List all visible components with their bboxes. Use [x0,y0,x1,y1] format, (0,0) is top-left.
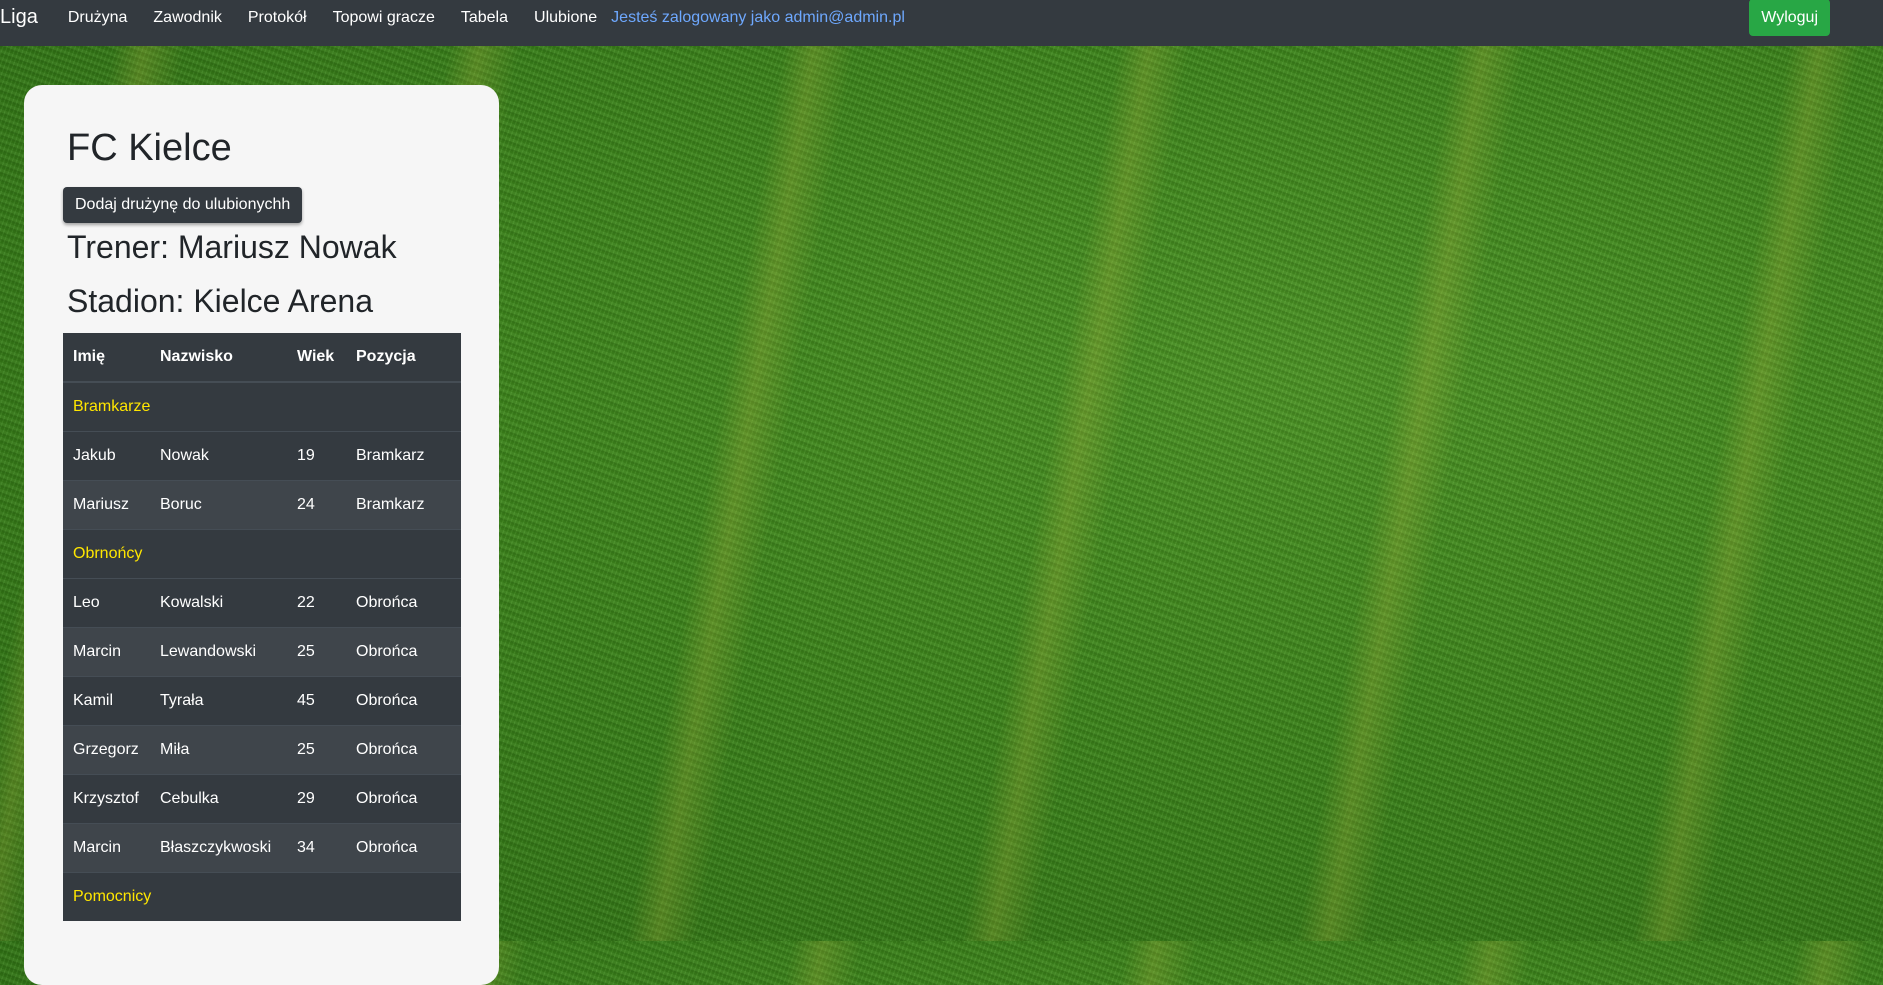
cell-position: Obrońca [346,774,461,824]
cell-position: Obrońca [346,578,461,628]
nav-link-druzyna[interactable]: Drużyna [68,9,128,27]
group-row-midfielders: Pomocnicy [63,872,461,921]
cell-last-name: Tyrała [150,676,287,726]
cell-first-name: Kamil [63,676,150,726]
cell-age: 22 [287,578,346,628]
cell-first-name: Marcin [63,823,150,873]
header-last-name: Nazwisko [150,333,287,383]
header-first-name: Imię [63,333,150,383]
cell-position: Obrońca [346,823,461,873]
coach-heading: Trener: Mariusz Nowak [67,229,397,265]
cell-age: 19 [287,431,346,481]
cell-position: Obrońca [346,725,461,775]
brand-logo[interactable]: Liga [0,6,38,29]
group-label: Pomocnicy [63,872,461,921]
table-row: Jakub Nowak 19 Bramkarz [63,431,461,481]
cell-last-name: Nowak [150,431,287,481]
cell-last-name: Kowalski [150,578,287,628]
group-label: Obrnońcy [63,529,461,579]
table-header-row: Imię Nazwisko Wiek Pozycja [63,333,461,383]
table-row: Leo Kowalski 22 Obrońca [63,578,461,628]
cell-last-name: Boruc [150,480,287,530]
cell-last-name: Cebulka [150,774,287,824]
header-age: Wiek [287,333,346,383]
cell-position: Bramkarz [346,431,461,481]
cell-last-name: Lewandowski [150,627,287,677]
table-row: Marcin Lewandowski 25 Obrońca [63,627,461,677]
nav-link-topowi-gracze[interactable]: Topowi gracze [333,9,435,27]
nav-link-zawodnik[interactable]: Zawodnik [153,9,221,27]
cell-last-name: Błaszczykwoski [150,823,287,873]
cell-last-name: Miła [150,725,287,775]
cell-position: Obrońca [346,676,461,726]
cell-first-name: Grzegorz [63,725,150,775]
table-row: Mariusz Boruc 24 Bramkarz [63,480,461,530]
table-row: Kamil Tyrała 45 Obrońca [63,676,461,726]
logout-button[interactable]: Wyloguj [1749,0,1830,36]
nav-link-tabela[interactable]: Tabela [461,9,508,27]
group-row-defenders: Obrnońcy [63,529,461,579]
cell-position: Obrońca [346,627,461,677]
team-panel: FC Kielce Dodaj drużynę do ulubionychh T… [24,85,499,985]
table-row: Marcin Błaszczykwoski 34 Obrońca [63,823,461,873]
nav-link-ulubione[interactable]: Ulubione [534,9,597,27]
cell-age: 45 [287,676,346,726]
nav-link-protokol[interactable]: Protokół [248,9,307,27]
cell-first-name: Mariusz [63,480,150,530]
logged-in-user-text: Jesteś zalogowany jako admin@admin.pl [611,9,905,26]
cell-age: 34 [287,823,346,873]
cell-position: Bramkarz [346,480,461,530]
players-table: Imię Nazwisko Wiek Pozycja Bramkarze Jak… [63,333,461,921]
add-to-favorites-button[interactable]: Dodaj drużynę do ulubionychh [63,187,303,223]
cell-age: 29 [287,774,346,824]
group-label: Bramkarze [63,381,461,432]
header-position: Pozycja [346,333,461,383]
cell-first-name: Krzysztof [63,774,150,824]
team-name: FC Kielce [67,127,232,169]
cell-age: 25 [287,627,346,677]
cell-first-name: Marcin [63,627,150,677]
group-row-goalkeepers: Bramkarze [63,381,461,432]
cell-first-name: Jakub [63,431,150,481]
top-navbar: Liga Drużyna Zawodnik Protokół Topowi gr… [0,0,1883,46]
table-row: Krzysztof Cebulka 29 Obrońca [63,774,461,824]
cell-age: 24 [287,480,346,530]
table-row: Grzegorz Miła 25 Obrońca [63,725,461,775]
cell-first-name: Leo [63,578,150,628]
cell-age: 25 [287,725,346,775]
stadium-heading: Stadion: Kielce Arena [67,283,373,319]
